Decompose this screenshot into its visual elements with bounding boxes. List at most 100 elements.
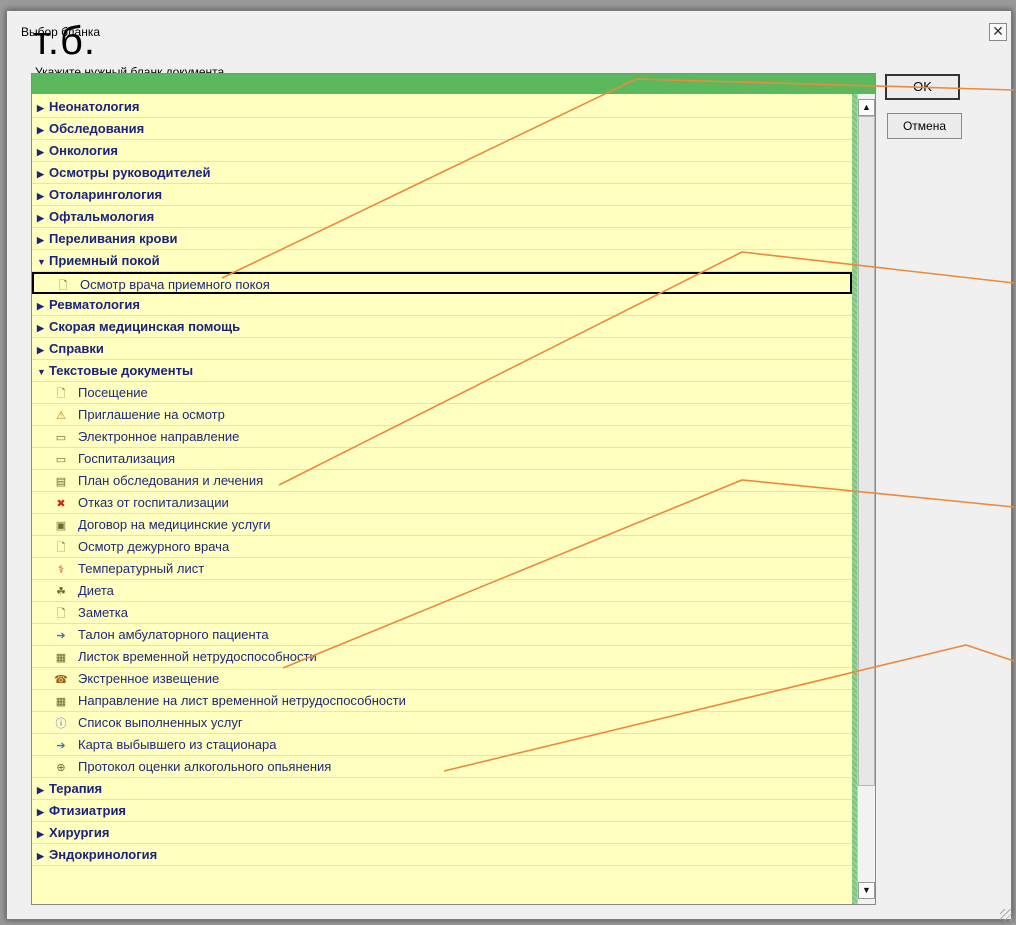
tree-category[interactable]: ▶ Осмотры руководителей: [32, 162, 852, 184]
tree-item[interactable]: ⚕ Температурный лист: [32, 558, 852, 580]
tree-label: Фтизиатрия: [49, 803, 127, 818]
collapsed-triangle-icon: ▶: [37, 301, 44, 311]
tree-category[interactable]: ▶ Неонатология: [32, 96, 852, 118]
tree-label: Направление на лист временной нетрудоспо…: [78, 693, 406, 708]
tree-item[interactable]: ⓘ Список выполненных услуг: [32, 712, 852, 734]
scroll-up-button[interactable]: ▲: [858, 99, 875, 116]
tree-item[interactable]: 🗋 Осмотр врача приемного покоя: [32, 272, 852, 294]
tree-label: Приглашение на осмотр: [78, 407, 225, 422]
tree-category[interactable]: ▶ Ревматология: [32, 294, 852, 316]
diet-icon: ☘: [56, 586, 66, 598]
tree-category[interactable]: ▶ Переливания крови: [32, 228, 852, 250]
tree-label: Отоларингология: [49, 187, 163, 202]
tree-label: Справки: [49, 341, 104, 356]
tree-header: [32, 74, 875, 94]
form-tree: ▶ Неонатология ▶ Обследования ▶ Онкология ▶ Осм…: [32, 96, 852, 866]
resize-grip[interactable]: [1000, 909, 1012, 921]
tree-category[interactable]: ▼ Приемный покой: [32, 250, 852, 272]
tree-category[interactable]: ▶ Эндокринология: [32, 844, 852, 866]
tree-label: Температурный лист: [78, 561, 205, 576]
tree-label: Хирургия: [49, 825, 110, 840]
tree-item[interactable]: 🗋 Посещение: [32, 382, 852, 404]
tree-label: Карта выбывшего из стационара: [78, 737, 277, 752]
tree-label: Скорая медицинская помощь: [49, 319, 241, 334]
scroll-down-button[interactable]: ▼: [858, 882, 875, 899]
vertical-scrollbar[interactable]: ▲ ▼: [857, 94, 875, 904]
scroll-thumb[interactable]: [858, 116, 875, 786]
tree-category[interactable]: ▶ Офтальмология: [32, 206, 852, 228]
tree-item[interactable]: ☎ Экстренное извещение: [32, 668, 852, 690]
collapsed-triangle-icon: ▶: [37, 125, 44, 135]
tree-item[interactable]: ➔ Карта выбывшего из стационара: [32, 734, 852, 756]
tree-label: Госпитализация: [78, 451, 176, 466]
protocol-icon: ⊕: [56, 762, 66, 774]
collapsed-triangle-icon: ▶: [37, 191, 44, 201]
tree-label: Онкология: [49, 143, 118, 158]
tree-label: Обследования: [49, 121, 145, 136]
expanded-triangle-icon: ▼: [37, 257, 46, 267]
tree-label: Электронное направление: [78, 429, 240, 444]
close-button[interactable]: ✕: [989, 23, 1007, 41]
info-icon: ⓘ: [55, 718, 67, 730]
tree-item[interactable]: ☘ Диета: [32, 580, 852, 602]
tree-category[interactable]: ▶ Хирургия: [32, 822, 852, 844]
tree-category[interactable]: ▶ Отоларингология: [32, 184, 852, 206]
tree-item[interactable]: ✖ Отказ от госпитализации: [32, 492, 852, 514]
tree-item[interactable]: ▦ Направление на лист временной нетрудосп…: [32, 690, 852, 712]
tree-item[interactable]: ▦ Листок временной нетрудоспособности: [32, 646, 852, 668]
calendar-icon: ▦: [55, 652, 67, 664]
tree-item[interactable]: ▭ Госпитализация: [32, 448, 852, 470]
collapsed-triangle-icon: ▶: [37, 345, 44, 355]
title-bar: Выбор бланка т.б. ✕: [7, 11, 1011, 61]
cancel-button[interactable]: Отмена: [887, 113, 962, 139]
phone-icon: ☎: [54, 674, 68, 686]
tree-label: Осмотры руководителей: [49, 165, 211, 180]
contract-icon: ▣: [55, 520, 67, 532]
tree-item[interactable]: 🗋 Заметка: [32, 602, 852, 624]
collapsed-triangle-icon: ▶: [37, 147, 44, 157]
calendar-icon: ▦: [55, 696, 67, 708]
close-icon: ✕: [992, 23, 1004, 39]
tree-item[interactable]: ▭ Электронное направление: [32, 426, 852, 448]
tree-item[interactable]: ⊕ Протокол оценки алкогольного опьянения: [32, 756, 852, 778]
tree-category[interactable]: ▶ Терапия: [32, 778, 852, 800]
tree-label: Посещение: [78, 385, 148, 400]
thermometer-icon: ⚕: [58, 564, 64, 576]
tree-label: Приемный покой: [49, 253, 160, 268]
tree-item[interactable]: ▣ Договор на медицинские услуги: [32, 514, 852, 536]
tree-item[interactable]: ⚠ Приглашение на осмотр: [32, 404, 852, 426]
overlay-caption: т.б.: [33, 19, 97, 63]
triangle-up-icon: ▲: [862, 102, 871, 112]
form-icon: ▭: [55, 454, 67, 466]
tree-label: Неонатология: [49, 99, 140, 114]
tree-item[interactable]: 🗋 Осмотр дежурного врача: [32, 536, 852, 558]
warning-icon: ⚠: [56, 410, 66, 422]
tree-label: Осмотр врача приемного покоя: [80, 277, 270, 292]
tree-label: Переливания крови: [49, 231, 178, 246]
tree-category[interactable]: ▶ Скорая медицинская помощь: [32, 316, 852, 338]
expanded-triangle-icon: ▼: [37, 367, 46, 377]
document-icon: 🗋: [56, 542, 66, 554]
tree-label: Отказ от госпитализации: [78, 495, 229, 510]
cross-icon: ✖: [56, 498, 66, 510]
tree-label: Ревматология: [49, 297, 140, 312]
ok-button[interactable]: OK: [885, 74, 960, 100]
tree-item[interactable]: ▤ План обследования и лечения: [32, 470, 852, 492]
document-icon: 🗋: [56, 388, 66, 400]
tree-label: Листок временной нетрудоспособности: [78, 649, 317, 664]
tree-item[interactable]: ➔ Талон амбулаторного пациента: [32, 624, 852, 646]
collapsed-triangle-icon: ▶: [37, 851, 44, 861]
tree-category[interactable]: ▼ Текстовые документы: [32, 360, 852, 382]
tree-label: Экстренное извещение: [78, 671, 220, 686]
tree-category[interactable]: ▶ Обследования: [32, 118, 852, 140]
tree-label: Эндокринология: [49, 847, 158, 862]
tree-category[interactable]: ▶ Онкология: [32, 140, 852, 162]
tree-label: Заметка: [78, 605, 128, 620]
form-tree-panel: ▶ Неонатология ▶ Обследования ▶ Онкология ▶ Осм…: [31, 73, 876, 905]
tree-category[interactable]: ▶ Справки: [32, 338, 852, 360]
tree-label: Талон амбулаторного пациента: [78, 627, 269, 642]
collapsed-triangle-icon: ▶: [37, 235, 44, 245]
tree-category[interactable]: ▶ Фтизиатрия: [32, 800, 852, 822]
tree-label: Протокол оценки алкогольного опьянения: [78, 759, 332, 774]
edit-form-icon: ▤: [55, 476, 67, 488]
